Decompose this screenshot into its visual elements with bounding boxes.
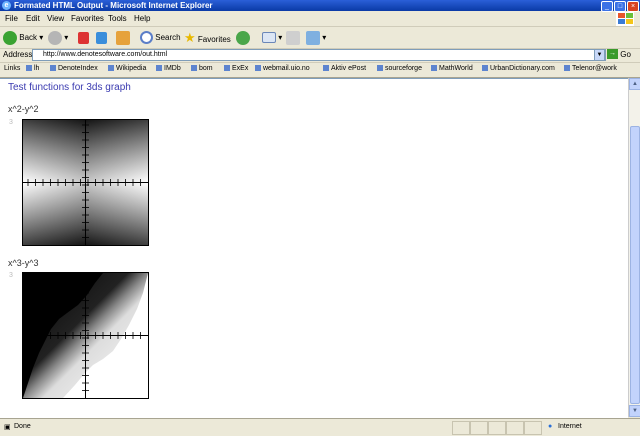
back-button[interactable]: Back ▾ bbox=[3, 30, 43, 45]
saddle-surface-image bbox=[23, 120, 148, 245]
link-telenor[interactable]: Telenor@work bbox=[564, 65, 617, 72]
link-wikipedia[interactable]: Wikipedia bbox=[108, 65, 146, 72]
page-viewport: Test functions for 3ds graph x^2-y^2 3 x… bbox=[0, 78, 628, 418]
home-icon bbox=[116, 30, 130, 45]
links-label: Links bbox=[4, 65, 21, 72]
back-arrow-icon bbox=[3, 30, 17, 45]
refresh-icon bbox=[96, 31, 107, 44]
section-title-2: x^3-y^3 bbox=[8, 258, 39, 268]
go-label: Go bbox=[620, 50, 631, 59]
links-bar: Links lh DenoteIndex Wikipedia IMDb bom … bbox=[0, 63, 640, 78]
page-icon: ▣ bbox=[4, 424, 11, 431]
link-lh[interactable]: lh bbox=[26, 65, 39, 72]
link-aktiv-epost[interactable]: Aktiv ePost bbox=[323, 65, 366, 72]
print-button[interactable] bbox=[286, 30, 300, 45]
status-cell-5 bbox=[524, 421, 542, 435]
ie-logo-icon: e bbox=[2, 1, 11, 10]
link-urbandictionary[interactable]: UrbanDictionary.com bbox=[482, 65, 555, 72]
history-button[interactable] bbox=[236, 30, 250, 45]
link-webmail[interactable]: webmail.uio.no bbox=[255, 65, 310, 72]
status-cell-3 bbox=[488, 421, 506, 435]
link-bom[interactable]: bom bbox=[191, 65, 213, 72]
status-cell-2 bbox=[470, 421, 488, 435]
star-icon: ★ bbox=[184, 30, 196, 45]
windows-flag-icon bbox=[616, 12, 634, 26]
link-exex[interactable]: ExEx bbox=[224, 65, 248, 72]
menu-tools[interactable]: Tools bbox=[108, 14, 127, 23]
print-icon bbox=[286, 30, 300, 45]
stop-button[interactable] bbox=[78, 30, 89, 45]
menu-file[interactable]: File bbox=[5, 14, 18, 23]
title-bar: e Formated HTML Output - Microsoft Inter… bbox=[0, 0, 640, 12]
favorites-button[interactable]: ★ Favorites bbox=[184, 30, 231, 45]
link-sourceforge[interactable]: sourceforge bbox=[377, 65, 422, 72]
mail-icon bbox=[262, 32, 276, 44]
link-mathworld[interactable]: MathWorld bbox=[431, 65, 473, 72]
edit-icon bbox=[306, 30, 320, 45]
stop-icon bbox=[78, 31, 89, 44]
status-cell-1 bbox=[452, 421, 470, 435]
status-cell-4 bbox=[506, 421, 524, 435]
toolbar: Back ▾ ▾ Search ★ Favorites ▾ ▾ bbox=[0, 27, 640, 49]
menu-favorites[interactable]: Favorites bbox=[71, 14, 104, 23]
refresh-button[interactable] bbox=[96, 30, 107, 45]
scrollbar-thumb[interactable] bbox=[630, 126, 640, 404]
menu-help[interactable]: Help bbox=[134, 14, 150, 23]
forward-button[interactable]: ▾ bbox=[48, 30, 68, 45]
plot-axis-mark-2: 3 bbox=[9, 272, 13, 279]
search-icon bbox=[140, 31, 153, 45]
scroll-up-icon[interactable]: ▲ bbox=[629, 78, 640, 90]
address-label: Address bbox=[3, 50, 33, 59]
page-title: Test functions for 3ds graph bbox=[8, 82, 131, 93]
back-label: Back bbox=[19, 33, 38, 42]
edit-button[interactable]: ▾ bbox=[306, 30, 326, 45]
graph-x2-y2 bbox=[22, 119, 149, 246]
vertical-scrollbar[interactable]: ▲ ▼ bbox=[628, 78, 640, 417]
internet-globe-icon: ● bbox=[548, 423, 553, 430]
go-button[interactable]: → Go bbox=[607, 49, 631, 60]
search-label: Search bbox=[155, 33, 181, 42]
graph-x3-y3 bbox=[22, 272, 149, 399]
mail-button[interactable]: ▾ bbox=[262, 30, 282, 45]
forward-arrow-icon bbox=[48, 30, 62, 45]
go-arrow-icon: → bbox=[607, 49, 618, 59]
address-bar: Address http://www.denotesoftware.com/ou… bbox=[0, 48, 640, 63]
window-title: Formated HTML Output - Microsoft Interne… bbox=[14, 1, 213, 10]
menu-bar: File Edit View Favorites Tools Help bbox=[0, 11, 640, 27]
history-icon bbox=[236, 30, 250, 45]
favorites-label: Favorites bbox=[197, 35, 231, 44]
cubic-surface-image bbox=[23, 273, 148, 398]
link-denoteindex[interactable]: DenoteIndex bbox=[50, 65, 98, 72]
link-imdb[interactable]: IMDb bbox=[156, 65, 181, 72]
menu-view[interactable]: View bbox=[47, 14, 64, 23]
scroll-down-icon[interactable]: ▼ bbox=[629, 405, 640, 417]
address-dropdown-icon[interactable]: ▼ bbox=[594, 49, 605, 61]
status-bar: ▣ Done ● Internet bbox=[0, 418, 640, 436]
home-button[interactable] bbox=[116, 30, 130, 45]
address-input[interactable]: http://www.denotesoftware.com/out.html bbox=[32, 49, 606, 61]
status-text: Done bbox=[14, 423, 31, 430]
menu-edit[interactable]: Edit bbox=[26, 14, 40, 23]
section-title-1: x^2-y^2 bbox=[8, 104, 39, 114]
search-button[interactable]: Search bbox=[140, 30, 181, 45]
plot-axis-mark-1: 3 bbox=[9, 119, 13, 126]
status-zone: Internet bbox=[558, 423, 582, 430]
